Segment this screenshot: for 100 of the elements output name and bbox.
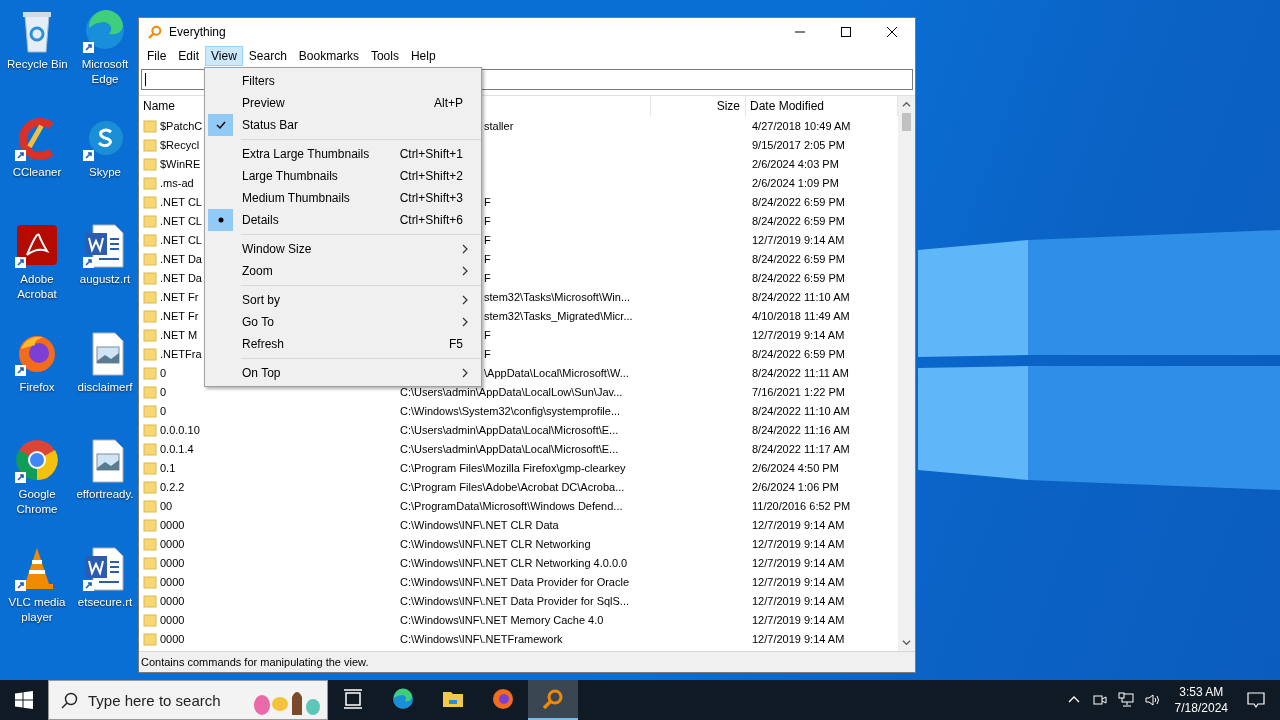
menu-option[interactable]: Large Thumbnails Ctrl+Shift+2 [205,165,481,187]
desktop-icon-label[interactable]: Recycle Bin [7,57,67,72]
menu-option[interactable]: Sort by [205,289,481,311]
table-cell-text: C:\Windows\System32\config\systemprofile... [399,404,621,417]
table-cell: .NET Da [160,252,202,265]
taskview-icon [341,687,365,711]
taskbar-search-field[interactable]: Type here to search [48,680,328,720]
folder-icon [143,498,157,513]
status-text: Contains commands for manipulating the view. [141,656,369,668]
desktop-icon-label[interactable]: VLC media player [7,594,67,625]
magnifier-icon [147,24,163,40]
table-cell-text: 12/7/2019 9:14 AM [751,328,846,341]
clock[interactable]: 3:53 AM 7/18/2024 [1174,684,1228,716]
menu-item[interactable]: Help [404,46,442,66]
table-cell-text: C:\Windows\INF\.NET Memory Cache 4.0 [399,613,604,626]
table-cell: 0000 [160,518,185,531]
table-cell-text: C:\Users\admin\AppData\LocalLow\Sun\Jav... [399,385,623,398]
menu-option[interactable]: Window Size [205,238,481,260]
table-cell: .NET Da [160,271,202,284]
search-input[interactable]: Type here to search [88,691,238,709]
desktop-icon-label[interactable]: disclaimerf [77,379,133,395]
menu-item[interactable]: File [141,46,173,66]
table-cell: .NET CL [160,233,202,246]
desktop-icon-label[interactable]: CCleaner [12,164,62,180]
menu-option[interactable]: Go To [205,311,481,333]
menu-item[interactable]: Search [242,46,293,66]
folder-icon [143,175,157,190]
table-cell-text: C:\Users\admin\AppData\Local\Microsoft\E... [399,442,619,455]
scroll-down-icon[interactable] [902,638,911,647]
folder-icon [143,251,157,266]
table-cell-text: 12/7/2019 9:14 AM [751,518,846,531]
table-cell: 0000 [160,632,185,645]
desktop-icon-label[interactable]: augustz.rt [79,272,131,287]
menu-option[interactable]: Preview Alt+P [205,92,481,114]
table-cell-text: 12/7/2019 9:14 AM [751,556,846,569]
table-cell-text: F [483,328,491,341]
menu-item[interactable]: Edit [172,46,206,66]
menu-option[interactable]: Medium Thumbnails Ctrl+Shift+3 [205,187,481,209]
menu-option[interactable]: Refresh F5 [205,333,481,355]
column-header[interactable]: Size [651,96,746,116]
table-cell: 0000 [160,594,185,607]
menu-option[interactable]: Extra Large Thumbnails Ctrl+Shift+1 [205,143,481,165]
menu-option[interactable]: Zoom [205,260,481,282]
folder-icon [143,441,157,456]
desktop-icon-label[interactable]: Skype [89,164,121,180]
folder-icon [143,289,157,304]
table-cell-text: C:\Windows\INF\.NET CLR Data [399,518,559,531]
table-cell-text: F [483,214,491,227]
menu-option[interactable]: Status Bar [205,114,481,136]
close-icon [887,27,897,37]
menu-item[interactable]: View [205,46,243,66]
folder-icon [143,536,157,551]
shortcut-label: Ctrl+Shift+1 [399,147,463,161]
notification-icon[interactable] [1246,690,1266,710]
folder-icon [143,612,157,627]
folder-icon [143,479,157,494]
table-cell: .NET CL [160,195,202,208]
folder-icon [143,422,157,437]
volume-icon[interactable] [1143,692,1160,708]
table-cell: 0000 [160,537,185,550]
folder-icon [143,194,157,209]
menu-option[interactable]: Details Ctrl+Shift+6 [205,209,481,231]
magnifier-icon [541,687,565,711]
table-cell-text: stem32\Tasks\Microsoft\Win... [483,290,631,303]
folder-icon [143,517,157,532]
table-cell: $Recycl [160,138,200,151]
menu-option[interactable]: On Top [205,362,481,384]
table-cell-text: 12/7/2019 9:14 AM [751,233,846,246]
chevron-right-icon [461,368,469,378]
table-cell-text: 2/6/2024 4:03 PM [751,157,840,170]
checkmark-icon [214,119,227,131]
folder-icon [143,270,157,285]
folder-icon [143,137,157,152]
desktop-icon-label[interactable]: Adobe Acrobat [7,272,67,302]
table-cell-text: 9/15/2017 2:05 PM [751,138,846,151]
desktop-icon-label[interactable]: Google Chrome [7,487,67,517]
table-cell: 0 [160,404,167,417]
scroll-thumb[interactable] [902,113,911,131]
desktop-icon-label[interactable]: Microsoft Edge [75,57,135,87]
menu-option[interactable]: Filters [205,70,481,92]
camera-icon[interactable] [1091,692,1108,708]
table-cell-text: 8/24/2022 11:11 AM [751,366,850,379]
table-cell-text: C:\Program Files\Adobe\Acrobat DC\Acroba... [399,480,625,493]
table-cell: .NETFra [160,347,202,360]
table-cell: 0 [160,366,167,379]
table-cell-text: 2/6/2024 4:50 PM [751,461,840,474]
firefox-icon [491,687,515,711]
shortcut-label: Ctrl+Shift+3 [399,191,463,205]
chevron-right-icon [461,266,469,276]
desktop-icon-label[interactable]: Firefox [19,379,55,395]
desktop-icon-label[interactable]: etsecure.rt [77,594,133,610]
network-icon[interactable] [1117,692,1134,708]
menu-item[interactable]: Bookmarks [292,46,365,66]
menu-item[interactable]: Tools [364,46,405,66]
desktop-icon-label[interactable]: effortready. [76,487,134,502]
scroll-up-icon[interactable] [902,100,911,109]
table-cell-text: C:\Windows\INF\.NET CLR Networking [399,537,591,550]
table-cell-text: C:\Users\admin\AppData\Local\Microsoft\E... [399,423,619,436]
table-cell-text: \AppData\Local\Microsoft\W... [483,366,629,379]
folder-icon [143,403,157,418]
